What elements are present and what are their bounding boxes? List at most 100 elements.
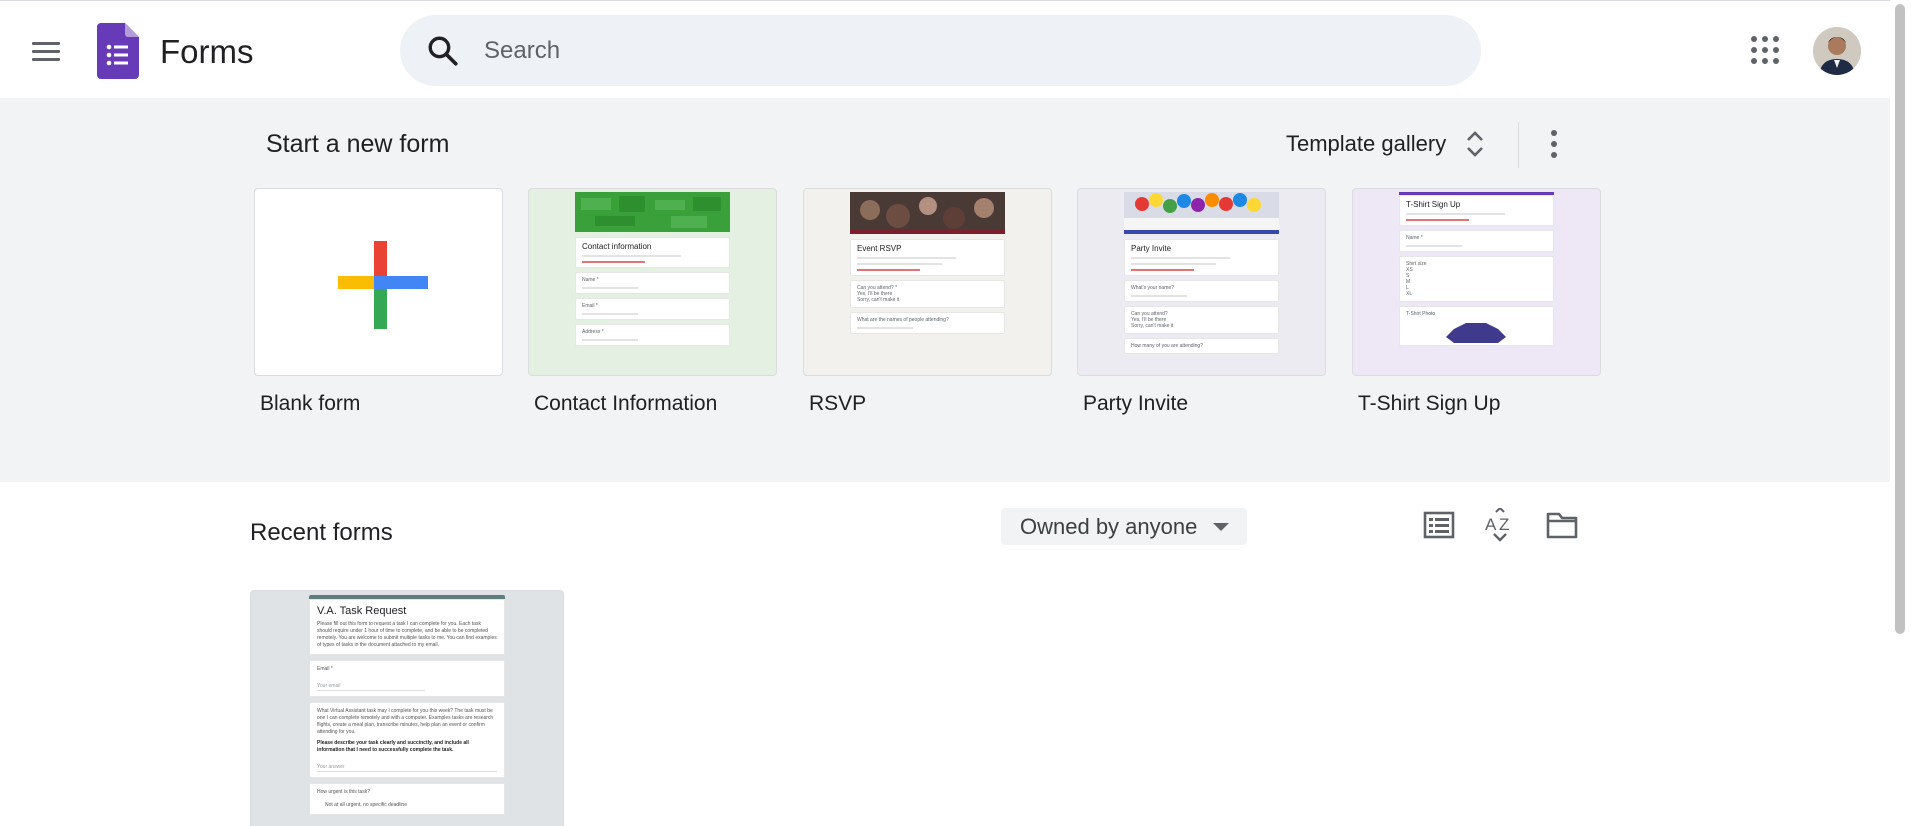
preview-option: Sorry, can't make it xyxy=(857,297,900,303)
preview-field: Name * xyxy=(1406,235,1423,241)
menu-icon-bar xyxy=(32,49,60,53)
start-section-title: Start a new form xyxy=(266,130,450,158)
preview-card: Email * Your email xyxy=(309,660,505,697)
template-gallery-button[interactable]: Template gallery xyxy=(1286,120,1486,168)
apps-grid-icon[interactable] xyxy=(1751,36,1779,64)
preview-question: What's your name? xyxy=(1131,285,1174,291)
template-party-invite[interactable]: Party Invite What's your name? Can you a… xyxy=(1077,188,1326,416)
owner-filter-dropdown[interactable]: Owned by anyone xyxy=(1001,508,1247,545)
preview-placeholder: Your answer xyxy=(317,764,497,772)
preview-title: Contact information xyxy=(582,242,652,251)
preview-field: Address * xyxy=(582,329,604,335)
search-bar[interactable] xyxy=(400,15,1481,86)
preview-card: What Virtual Assistant task may I comple… xyxy=(309,702,505,778)
menu-icon-bar xyxy=(32,41,60,45)
template-tshirt-sign-up[interactable]: T-Shirt Sign Up Name * Shirt size XS S M… xyxy=(1352,188,1601,416)
app-header: Forms xyxy=(0,0,1890,98)
template-preview: Contact information Name * Email * Addre… xyxy=(575,192,730,375)
preview-card: What's your name? xyxy=(1124,280,1279,302)
preview-card: Address * xyxy=(575,324,730,346)
preview-card: T-Shirt Sign Up xyxy=(1399,195,1554,226)
preview-card: Contact information xyxy=(575,237,730,268)
preview-title: V.A. Task Request xyxy=(317,605,407,617)
form-preview: V.A. Task Request Please fill out this f… xyxy=(309,595,505,826)
page-scrollbar[interactable] xyxy=(1890,0,1911,826)
preview-card: How urgent is this task? Not at all urge… xyxy=(309,783,505,815)
menu-icon-bar xyxy=(32,57,60,61)
preview-question: What Virtual Assistant task may I comple… xyxy=(317,708,494,735)
preview-field: T-Shirt Photo xyxy=(1406,311,1436,317)
recent-forms-title: Recent forms xyxy=(250,519,393,546)
preview-card: Event RSVP xyxy=(850,239,1005,276)
template-label[interactable]: T-Shirt Sign Up xyxy=(1358,392,1601,416)
preview-card: Party Invite xyxy=(1124,239,1279,276)
template-thumbnail[interactable]: Event RSVP Can you attend? * Yes, I'll b… xyxy=(803,188,1052,376)
divider xyxy=(1518,122,1519,168)
preview-card: T-Shirt Photo xyxy=(1399,306,1554,346)
preview-card: V.A. Task Request Please fill out this f… xyxy=(309,599,505,655)
main-menu-button[interactable] xyxy=(22,27,70,75)
preview-option: XL xyxy=(1406,291,1413,297)
template-blank-form[interactable]: Blank form xyxy=(254,188,503,416)
account-avatar[interactable] xyxy=(1813,27,1861,75)
preview-field-label: Email * xyxy=(317,666,333,672)
list-view-icon[interactable] xyxy=(1422,508,1456,542)
template-label[interactable]: Contact Information xyxy=(534,392,777,416)
template-gallery-label: Template gallery xyxy=(1286,131,1447,156)
preview-card: Can you attend? Yes, I'll be there Sorry… xyxy=(1124,306,1279,334)
dropdown-arrow-icon xyxy=(1213,522,1230,531)
recent-form-card[interactable]: V.A. Task Request Please fill out this f… xyxy=(250,590,564,826)
template-rsvp[interactable]: Event RSVP Can you attend? * Yes, I'll b… xyxy=(803,188,1052,416)
plus-icon xyxy=(338,241,428,329)
preview-option: Not at all urgent, no specific deadline xyxy=(325,802,407,808)
template-preview: Event RSVP Can you attend? * Yes, I'll b… xyxy=(850,192,1005,375)
sort-az-icon[interactable]: A Z xyxy=(1483,508,1517,542)
template-thumbnail[interactable]: Party Invite What's your name? Can you a… xyxy=(1077,188,1326,376)
preview-card: What are the names of people attending? xyxy=(850,312,1005,334)
preview-title: T-Shirt Sign Up xyxy=(1406,200,1461,209)
preview-card: Can you attend? * Yes, I'll be there Sor… xyxy=(850,280,1005,308)
preview-card: How many of you are attending? xyxy=(1124,338,1279,354)
svg-text:A: A xyxy=(1485,515,1497,534)
party-balloons-image xyxy=(1124,192,1279,234)
preview-title: Event RSVP xyxy=(857,244,902,253)
contact-header-image xyxy=(575,192,730,232)
owner-filter-label: Owned by anyone xyxy=(1020,513,1198,539)
preview-card: Name * xyxy=(575,272,730,294)
template-thumbnail[interactable] xyxy=(254,188,503,376)
template-label[interactable]: Blank form xyxy=(260,392,503,416)
preview-placeholder: Your email xyxy=(317,683,425,691)
preview-title: Party Invite xyxy=(1131,244,1172,253)
avatar-image xyxy=(1813,27,1861,75)
tshirt-icon xyxy=(1446,323,1506,343)
preview-question-bold: Please describe your task clearly and su… xyxy=(317,740,469,753)
rsvp-header-image xyxy=(850,192,1005,234)
search-icon[interactable] xyxy=(426,34,460,68)
template-thumbnail[interactable]: T-Shirt Sign Up Name * Shirt size XS S M… xyxy=(1352,188,1601,376)
template-contact-information[interactable]: Contact information Name * Email * Addre… xyxy=(528,188,777,416)
preview-field: Name * xyxy=(582,277,599,283)
app-title[interactable]: Forms xyxy=(160,33,254,71)
preview-question: What are the names of people attending? xyxy=(857,317,949,323)
search-input[interactable] xyxy=(484,15,1434,86)
template-preview: Party Invite What's your name? Can you a… xyxy=(1124,192,1279,375)
unfold-more-icon xyxy=(1467,131,1484,157)
svg-text:Z: Z xyxy=(1499,515,1509,534)
start-new-form-section: Start a new form Template gallery Blank … xyxy=(0,98,1890,482)
scrollbar-thumb[interactable] xyxy=(1895,4,1905,634)
preview-question: How many of you are attending? xyxy=(1131,343,1203,349)
preview-card: Name * xyxy=(1399,230,1554,252)
preview-question: How urgent is this task? xyxy=(317,789,371,795)
template-label[interactable]: Party Invite xyxy=(1083,392,1326,416)
preview-card: Email * xyxy=(575,298,730,320)
template-preview: T-Shirt Sign Up Name * Shirt size XS S M… xyxy=(1399,192,1554,375)
folder-icon[interactable] xyxy=(1545,508,1579,542)
preview-option: Sorry, can't make it xyxy=(1131,323,1174,329)
preview-description: Please fill out this form to request a t… xyxy=(317,621,497,648)
preview-card: Shirt size XS S M L XL xyxy=(1399,256,1554,302)
template-label[interactable]: RSVP xyxy=(809,392,1052,416)
forms-logo-icon[interactable] xyxy=(97,23,139,79)
template-thumbnail[interactable]: Contact information Name * Email * Addre… xyxy=(528,188,777,376)
preview-field: Email * xyxy=(582,303,598,309)
more-options-icon[interactable] xyxy=(1540,128,1568,160)
